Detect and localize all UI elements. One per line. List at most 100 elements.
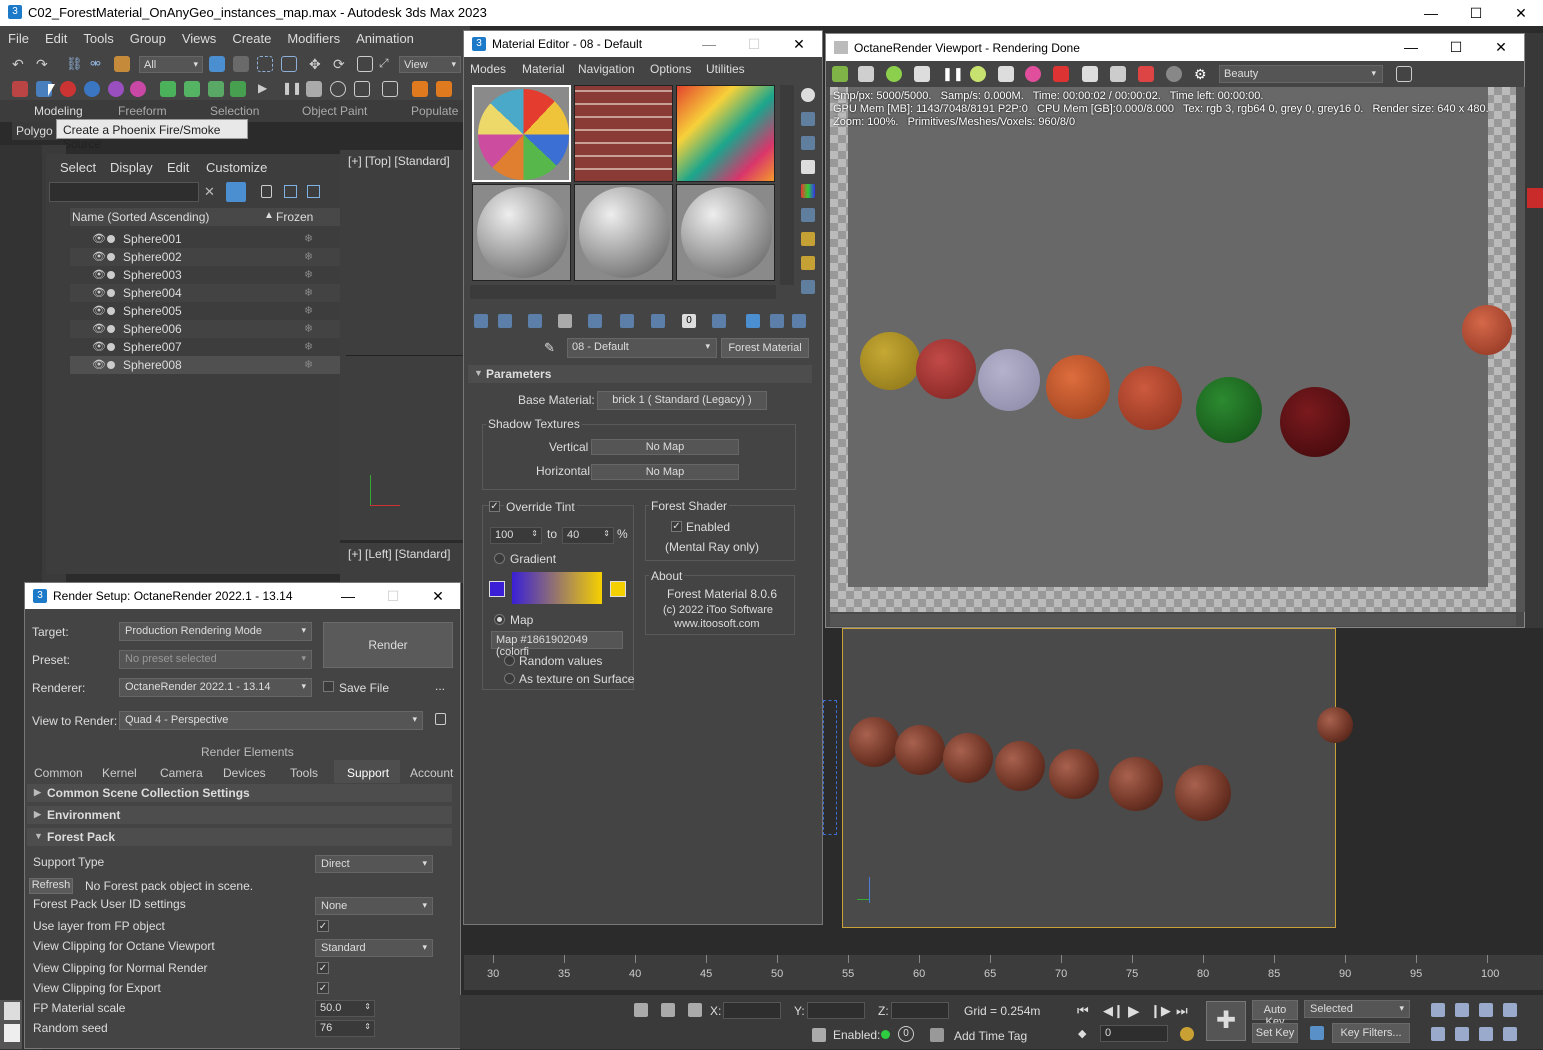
z-coord-field[interactable]: [891, 1002, 949, 1019]
gradient-start-swatch[interactable]: [489, 581, 505, 597]
camera-icon[interactable]: [1166, 66, 1182, 82]
maxscript-mini-b[interactable]: [4, 1024, 20, 1042]
put-to-library-icon[interactable]: [620, 314, 634, 328]
sample-slot-1[interactable]: [472, 85, 571, 182]
col-name-header[interactable]: Name (Sorted Ascending): [72, 210, 209, 224]
scene-row[interactable]: 👁 Sphere004 ❄: [70, 284, 340, 302]
save-file-browse-button[interactable]: ...: [435, 679, 445, 693]
clear-search-icon[interactable]: ✕: [204, 184, 215, 200]
fp-scale-spinner[interactable]: 50.0 ⇕: [315, 1000, 375, 1017]
render-dot-icon[interactable]: [107, 307, 115, 315]
render-button[interactable]: Render: [323, 622, 453, 668]
freeze-icon[interactable]: ❄: [304, 268, 313, 281]
clip-normal-checkbox[interactable]: ✓: [317, 962, 329, 974]
me-menu-options[interactable]: Options: [650, 62, 691, 76]
scene-menu-display[interactable]: Display: [110, 160, 153, 175]
background-icon[interactable]: [801, 136, 815, 150]
forest-library-icon[interactable]: [208, 81, 224, 97]
link-icon[interactable]: ⛓: [66, 56, 83, 72]
visibility-eye-icon[interactable]: 👁: [92, 286, 106, 299]
octane-maximize-button[interactable]: ☐: [1433, 34, 1479, 61]
freeze-icon[interactable]: ❄: [304, 232, 313, 245]
menu-tools[interactable]: Tools: [75, 26, 121, 51]
fit-icon[interactable]: [1396, 66, 1412, 82]
about-website[interactable]: www.itoosoft.com: [674, 618, 760, 630]
forest-tools-icon[interactable]: [230, 81, 246, 97]
freeze-icon[interactable]: ❄: [304, 286, 313, 299]
zoom-all-icon[interactable]: [1455, 1003, 1469, 1017]
restart-render-icon[interactable]: [886, 66, 902, 82]
select-object-icon[interactable]: [209, 56, 225, 72]
viewport-perspective[interactable]: [842, 628, 1353, 928]
map-button[interactable]: Map #1861902049 (colorfi: [491, 631, 623, 658]
menu-file[interactable]: File: [0, 26, 37, 51]
col-frozen-header[interactable]: Frozen: [276, 210, 313, 224]
make-preview-icon[interactable]: [801, 208, 815, 222]
move-icon[interactable]: ✥: [309, 56, 325, 72]
viewport-left[interactable]: [+] [Left] [Standard]: [340, 543, 464, 583]
render-dot-icon[interactable]: [107, 289, 115, 297]
play-sim-icon[interactable]: ▶: [258, 81, 274, 97]
clip-octane-dropdown[interactable]: Standard ▾: [315, 939, 433, 957]
viewport-settings-icon[interactable]: [1082, 66, 1098, 82]
backlight-icon[interactable]: [801, 112, 815, 126]
support-type-dropdown[interactable]: Direct ▾: [315, 855, 433, 873]
refresh-button[interactable]: Refresh: [29, 878, 73, 894]
color-swatch[interactable]: [1527, 188, 1543, 208]
lock-viewport-icon[interactable]: [914, 66, 930, 82]
maximize-viewport-icon[interactable]: [1503, 1027, 1517, 1041]
slots-horizontal-scrollbar[interactable]: [470, 285, 776, 299]
minimize-button[interactable]: —: [1408, 0, 1454, 26]
viewport-top[interactable]: [+] [Top] [Standard]: [340, 150, 464, 540]
scene-row[interactable]: 👁 Sphere002 ❄: [70, 248, 340, 266]
stop-sim-icon[interactable]: [306, 81, 322, 97]
base-material-button[interactable]: brick 1 ( Standard (Legacy) ): [597, 391, 767, 410]
scene-search-input[interactable]: [49, 182, 199, 202]
freeze-icon[interactable]: ❄: [304, 322, 313, 335]
sample-slot-6[interactable]: [676, 184, 775, 281]
zoom-extents-all-icon[interactable]: [1503, 1003, 1517, 1017]
key-mode-icon[interactable]: ◆: [1078, 1027, 1086, 1040]
render-elements-label[interactable]: Render Elements: [201, 745, 294, 759]
map-radio[interactable]: [494, 614, 505, 625]
close-button[interactable]: ✕: [1498, 0, 1543, 26]
pick-focus-icon[interactable]: [998, 66, 1014, 82]
tab-populate[interactable]: Populate: [411, 104, 458, 118]
maxscript-listener[interactable]: [0, 1000, 22, 1049]
make-unique-icon[interactable]: [588, 314, 602, 328]
redo-icon[interactable]: ↷: [36, 56, 52, 72]
scene-row[interactable]: 👁 Sphere007 ❄: [70, 338, 340, 356]
current-frame-field[interactable]: 0: [1100, 1025, 1168, 1042]
goto-end-icon[interactable]: ⏭: [1176, 1003, 1188, 1019]
rollout-common-scene[interactable]: ▶ Common Scene Collection Settings: [27, 784, 452, 802]
railclone-icon[interactable]: [184, 81, 200, 97]
rect-region-icon[interactable]: [257, 56, 273, 72]
menu-create[interactable]: Create: [224, 26, 279, 51]
visibility-eye-icon[interactable]: 👁: [92, 322, 106, 335]
renderer-dropdown[interactable]: OctaneRender 2022.1 - 13.14 ▾: [119, 678, 312, 697]
sample-type-icon[interactable]: [801, 88, 815, 102]
rs-maximize-button[interactable]: ☐: [370, 583, 416, 609]
me-menu-navigation[interactable]: Navigation: [578, 62, 635, 76]
me-minimize-button[interactable]: —: [686, 31, 732, 57]
random-seed-spinner[interactable]: 76 ⇕: [315, 1020, 375, 1037]
random-values-radio[interactable]: [504, 655, 515, 666]
pick-material-icon[interactable]: [1025, 66, 1041, 82]
tab-freeform[interactable]: Freeform: [118, 104, 167, 118]
material-id-zero-icon[interactable]: 0: [682, 314, 696, 328]
scene-row[interactable]: 👁 Sphere005 ❄: [70, 302, 340, 320]
send-scene-icon[interactable]: [832, 66, 848, 82]
scene-row[interactable]: 👁 Sphere001 ❄: [70, 230, 340, 248]
tab-account[interactable]: Account: [410, 766, 453, 780]
override-tint-checkbox[interactable]: ✓: [489, 501, 500, 512]
visibility-eye-icon[interactable]: 👁: [92, 358, 106, 371]
sim-options-icon[interactable]: [330, 81, 346, 97]
select-by-material-icon[interactable]: [801, 256, 815, 270]
horizontal-map-button[interactable]: No Map: [591, 464, 739, 480]
tab-support[interactable]: Support: [347, 766, 389, 780]
unlink-icon[interactable]: ⚮: [90, 56, 106, 72]
material-type-button[interactable]: Forest Material: [721, 338, 809, 358]
maxscript-mini-a[interactable]: [4, 1002, 20, 1020]
key-set-dropdown[interactable]: Selected ▾: [1304, 1000, 1410, 1018]
tab-devices[interactable]: Devices: [223, 766, 266, 780]
